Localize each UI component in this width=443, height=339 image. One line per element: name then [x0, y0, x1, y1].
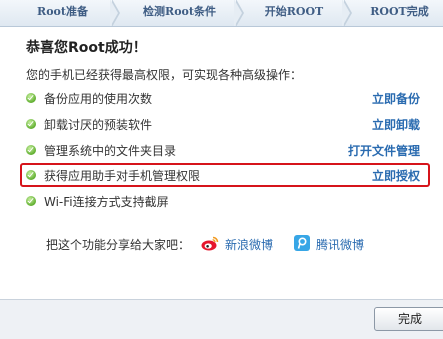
- page-subtitle: 您的手机已经获得最高权限，可实现各种高级操作：: [26, 68, 303, 82]
- check-icon: [26, 93, 36, 103]
- feature-row-uninstall: 卸载讨厌的预装软件 立即卸载: [26, 116, 426, 134]
- check-icon: [26, 196, 36, 206]
- step-root-prepare: Root准备: [37, 5, 88, 18]
- feature-label: Wi-Fi连接方式支持截屏: [44, 195, 169, 209]
- feature-row-backup: 备份应用的使用次数 立即备份: [26, 90, 426, 108]
- uninstall-now-link[interactable]: 立即卸载: [372, 116, 420, 133]
- share-label: 把这个功能分享给大家吧：: [46, 238, 191, 252]
- done-button[interactable]: 完成: [374, 307, 443, 331]
- step-separator: [234, 0, 244, 26]
- feature-row-wifi-screenshot: Wi-Fi连接方式支持截屏: [26, 193, 426, 211]
- step-separator: [110, 0, 120, 26]
- tencent-weibo-label: 腾讯微博: [316, 238, 365, 252]
- check-icon: [26, 145, 36, 155]
- step-progress-bar: Root准备 检测Root条件 开始ROOT ROOT完成: [0, 0, 443, 27]
- page-title: 恭喜您Root成功！: [26, 40, 147, 56]
- tencent-weibo-icon: [294, 235, 310, 251]
- step-root-complete: ROOT完成: [370, 5, 429, 18]
- feature-label: 获得应用助手对手机管理权限: [44, 169, 201, 183]
- step-check-conditions: 检测Root条件: [143, 5, 216, 18]
- authorize-now-link[interactable]: 立即授权: [372, 167, 420, 184]
- backup-now-link[interactable]: 立即备份: [372, 90, 420, 107]
- feature-label: 管理系统中的文件夹目录: [44, 144, 177, 158]
- sina-weibo-label: 新浪微博: [225, 238, 274, 252]
- check-icon: [26, 170, 36, 180]
- step-separator: [342, 0, 352, 26]
- feature-label: 卸载讨厌的预装软件: [44, 118, 153, 132]
- feature-row-file-manager: 管理系统中的文件夹目录 打开文件管理: [26, 142, 426, 160]
- sina-weibo-icon: [201, 236, 219, 251]
- step-start-root: 开始ROOT: [264, 5, 324, 18]
- check-icon: [26, 119, 36, 129]
- open-file-manager-link[interactable]: 打开文件管理: [348, 142, 420, 159]
- feature-label: 备份应用的使用次数: [44, 92, 153, 106]
- feature-row-authorize: 获得应用助手对手机管理权限 立即授权: [26, 167, 426, 185]
